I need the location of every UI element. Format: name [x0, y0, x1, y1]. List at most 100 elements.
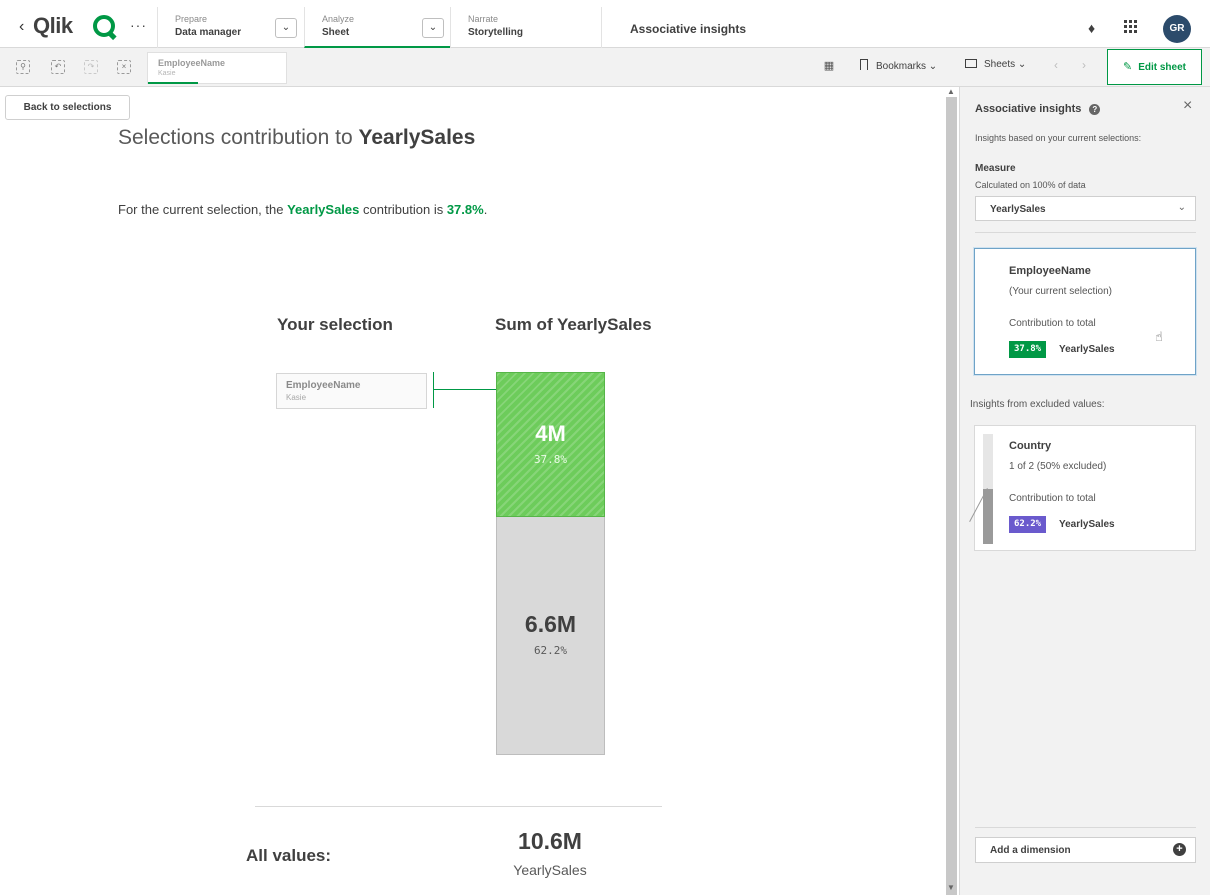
card-header: Country: [1009, 440, 1052, 452]
card-contrib-badge: 37.8%: [1009, 341, 1047, 358]
help-icon[interactable]: ?: [1089, 104, 1101, 115]
associative-insights-title: Associative insights: [630, 22, 747, 36]
measure-select-value: YearlySales: [990, 204, 1046, 215]
app-root: ‹ Qlik ··· Prepare Data manager ⌄ Analyz…: [0, 0, 1210, 895]
desc-measure: YearlySales: [287, 202, 360, 217]
nav-prepare-main: Data manager: [175, 27, 242, 38]
step-back-icon[interactable]: ↶: [51, 60, 65, 74]
qlik-q-icon: [93, 15, 115, 37]
card-contrib-label: Contribution to total: [1009, 318, 1096, 329]
add-dimension-label: Add a dimension: [990, 845, 1071, 856]
measure-calc-note: Calculated on 100% of data: [975, 180, 1086, 190]
all-values-measure: YearlySales: [513, 862, 587, 878]
toolbar: ⚲ ↶ ↷ × EmployeeName Kasie ▦ Bookmarks ⌄…: [0, 48, 1210, 87]
chevron-down-icon: ⌄: [928, 61, 938, 72]
page-title-measure: YearlySales: [358, 126, 476, 149]
edit-sheet-label: Edit sheet: [1138, 62, 1186, 73]
all-values-total: 10.6M: [518, 828, 582, 854]
panel-divider: [975, 232, 1196, 233]
bar-selection[interactable]: 4M 37.8%: [496, 372, 605, 517]
more-menu-button[interactable]: ···: [130, 17, 147, 33]
page-title-prefix: Selections contribution to: [118, 126, 359, 149]
connector-horizontal: [433, 389, 496, 390]
apps-grid-icon[interactable]: [1124, 20, 1137, 33]
clear-selections-icon[interactable]: ×: [117, 60, 131, 74]
sheets-label: Sheets: [984, 59, 1016, 70]
pointer-hand-icon: ☝: [1155, 329, 1163, 344]
desc-middle: contribution is: [359, 202, 447, 217]
previous-sheet-icon[interactable]: ‹: [1054, 58, 1058, 72]
edit-sheet-button[interactable]: ✎ Edit sheet: [1107, 49, 1202, 85]
selection-chip[interactable]: EmployeeName Kasie: [147, 52, 287, 84]
desc-suffix: .: [483, 202, 488, 217]
connector-vertical: [433, 372, 434, 408]
bar-selection-value: 4M: [535, 421, 566, 446]
selection-chip-field: EmployeeName: [158, 58, 226, 68]
sheets-button[interactable]: Sheets ⌄: [965, 59, 1026, 70]
add-dimension-button[interactable]: Add a dimension +: [975, 837, 1196, 863]
your-selection-header: Your selection: [277, 315, 393, 334]
nav-prepare[interactable]: Prepare Data manager ⌄: [157, 7, 304, 48]
card-contrib-badge: 62.2%: [1009, 516, 1047, 533]
step-forward-icon[interactable]: ↷: [84, 60, 98, 74]
add-dimension-divider: [975, 827, 1196, 828]
card-measure: YearlySales: [1059, 519, 1115, 530]
bar-excluded[interactable]: 6.6M 62.2%: [496, 517, 605, 755]
insights-panel: Associative insights? × Insights based o…: [959, 87, 1210, 895]
selection-chip-indicator: [148, 82, 198, 84]
bell-icon[interactable]: ♦: [1088, 20, 1095, 36]
nav-narrate-sup: Narrate: [468, 14, 499, 24]
nav-narrate-main: Storytelling: [468, 27, 524, 38]
card-note: (Your current selection): [1009, 286, 1113, 297]
chevron-down-icon: ⌄: [1017, 59, 1027, 70]
bookmarks-label: Bookmarks: [876, 61, 927, 72]
selection-box-value: Kasie: [286, 393, 307, 402]
panel-title: Associative insights?: [975, 103, 1101, 115]
insights-grid-icon[interactable]: ▦: [822, 59, 836, 73]
contribution-description: For the current selection, the YearlySal…: [118, 202, 487, 217]
main-scrollbar[interactable]: ▲ ▼: [944, 87, 959, 895]
bookmarks-button[interactable]: Bookmarks ⌄: [860, 59, 937, 72]
bar-excluded-pct: 62.2%: [533, 644, 568, 657]
bar-excluded-value: 6.6M: [524, 611, 577, 637]
chevron-down-icon[interactable]: ⌄: [275, 18, 297, 38]
avatar[interactable]: GR: [1163, 15, 1191, 43]
sheets-icon: [965, 59, 977, 68]
next-sheet-icon[interactable]: ›: [1082, 58, 1086, 72]
insight-card-employeename[interactable]: EmployeeName (Your current selection) Co…: [974, 248, 1196, 375]
pencil-icon: ✎: [1122, 61, 1133, 73]
selection-chip-value: Kasie: [158, 70, 176, 77]
desc-percentage: 37.8%: [446, 202, 484, 217]
measure-header: Measure: [975, 163, 1016, 174]
card-header: EmployeeName: [1009, 265, 1091, 277]
nav-prepare-sup: Prepare: [175, 14, 208, 24]
close-icon[interactable]: ×: [1183, 97, 1192, 115]
chevron-down-icon[interactable]: ⌄: [422, 18, 444, 38]
back-chevron-icon[interactable]: ‹: [19, 18, 24, 36]
smart-search-icon[interactable]: ⚲: [16, 60, 30, 74]
panel-title-text: Associative insights: [975, 103, 1082, 115]
insight-card-country[interactable]: Country 1 of 2 (50% excluded) Contributi…: [969, 425, 1196, 551]
nav-analyze[interactable]: Analyze Sheet ⌄: [304, 7, 450, 48]
total-divider: [255, 806, 662, 807]
scroll-thumb[interactable]: [946, 97, 957, 895]
scroll-up-icon[interactable]: ▲: [947, 87, 955, 96]
sum-header: Sum of YearlySales: [495, 315, 652, 334]
nav-analyze-sup: Analyze: [322, 14, 355, 24]
desc-prefix: For the current selection, the: [118, 202, 288, 217]
chevron-down-icon: ⌄: [1177, 202, 1186, 213]
back-to-selections-button[interactable]: Back to selections: [5, 95, 130, 120]
nav-narrate[interactable]: Narrate Storytelling: [450, 7, 602, 48]
nav-analyze-main: Sheet: [322, 27, 350, 38]
excluded-insights-label: Insights from excluded values:: [970, 399, 1105, 410]
all-values-label: All values:: [246, 846, 332, 865]
card-note: 1 of 2 (50% excluded): [1009, 461, 1107, 472]
scroll-down-icon[interactable]: ▼: [947, 883, 955, 892]
measure-select[interactable]: YearlySales ⌄: [975, 196, 1196, 221]
bar-selection-pct: 37.8%: [533, 453, 568, 466]
page-title: Selections contribution to YearlySales: [118, 126, 475, 150]
selection-box[interactable]: EmployeeName Kasie: [276, 373, 427, 409]
plus-icon: +: [1173, 843, 1186, 856]
qlik-logo[interactable]: Qlik: [33, 13, 73, 39]
card-measure: YearlySales: [1059, 344, 1115, 355]
